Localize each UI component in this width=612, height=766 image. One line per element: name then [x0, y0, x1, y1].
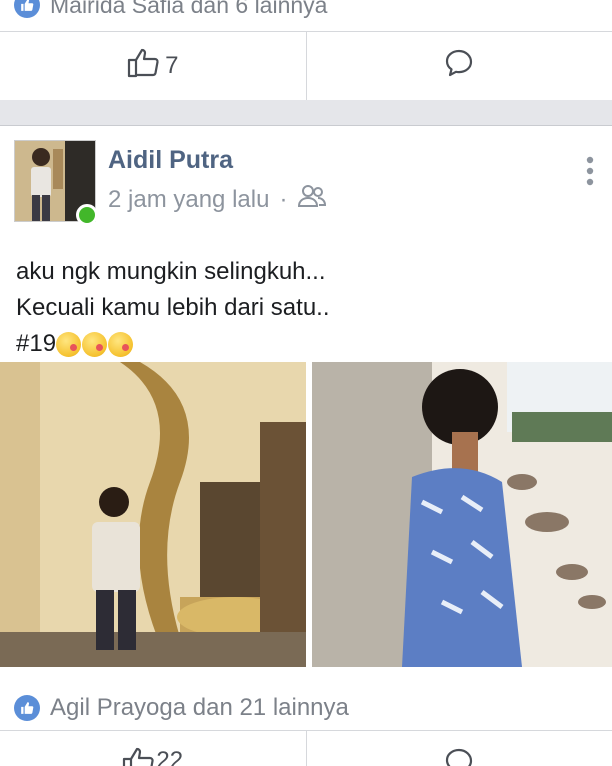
online-status-indicator: [76, 204, 98, 226]
comment-icon: [444, 747, 474, 766]
comment-button[interactable]: [305, 731, 612, 766]
kiss-emoji-icon: [108, 332, 134, 358]
post-text: aku ngk mungkin selingkuh... Kecuali kam…: [16, 254, 330, 362]
post-photo-2[interactable]: [312, 362, 612, 667]
friends-audience-icon[interactable]: [297, 184, 327, 215]
post-text-line-1: aku ngk mungkin selingkuh...: [16, 258, 326, 285]
more-options-icon[interactable]: [586, 156, 594, 186]
post-action-bar: 22: [0, 730, 612, 766]
hashtag[interactable]: #19: [16, 330, 56, 357]
meta-separator: ·: [279, 185, 288, 213]
post-photo-1[interactable]: [0, 362, 306, 667]
like-count: 7: [165, 52, 179, 79]
previous-reaction-text: Mairida Safia dan 6 lainnya: [50, 0, 328, 18]
like-count: 22: [156, 747, 184, 766]
post-timestamp[interactable]: 2 jam yang lalu: [108, 186, 269, 214]
post-author-name[interactable]: Aidil Putra: [108, 146, 233, 175]
author-avatar-wrap[interactable]: [14, 140, 98, 226]
comment-button[interactable]: [305, 32, 612, 100]
post-text-line-2: Kecuali kamu lebih dari satu..: [16, 294, 330, 321]
reaction-text: Agil Prayoga dan 21 lainnya: [50, 694, 349, 721]
like-reaction-icon: [14, 695, 40, 721]
kiss-emoji-icon: [56, 332, 82, 358]
like-reaction-icon: [14, 0, 40, 18]
previous-post-action-bar: 7: [0, 31, 612, 101]
post-card: Aidil Putra 2 jam yang lalu · aku ngk mu…: [0, 126, 612, 686]
thumbs-up-icon: [122, 747, 156, 766]
previous-post-reactions[interactable]: Mairida Safia dan 6 lainnya: [0, 0, 612, 22]
like-button[interactable]: 22: [0, 731, 306, 766]
like-button[interactable]: 7: [0, 32, 306, 100]
facebook-feed: Mairida Safia dan 6 lainnya 7 Aidil Putr…: [0, 0, 612, 766]
thumbs-up-icon: [127, 48, 161, 85]
feed-separator: [0, 100, 612, 126]
post-meta: 2 jam yang lalu ·: [108, 184, 327, 215]
comment-icon: [444, 48, 474, 85]
kiss-emoji-group: [56, 332, 134, 358]
post-reactions[interactable]: Agil Prayoga dan 21 lainnya: [0, 686, 612, 730]
kiss-emoji-icon: [82, 332, 108, 358]
post-hashtag-line: #19: [16, 326, 330, 362]
